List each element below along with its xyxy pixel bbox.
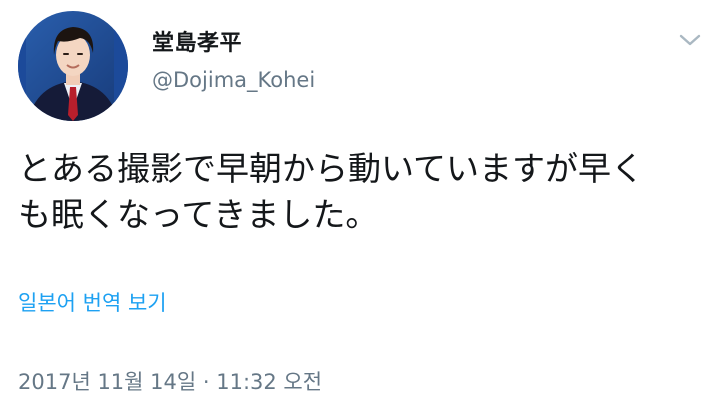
user-handle[interactable]: @Dojima_Kohei [152,66,315,94]
tweet-text: とある撮影で早朝から動いていますが早く も眠くなってきました。 [18,149,645,234]
more-options-button[interactable] [676,26,704,54]
translate-tweet-link[interactable]: 일본어 번역 보기 [18,289,167,317]
avatar-photo-icon [18,11,128,121]
user-display-name[interactable]: 堂島孝平 [152,30,242,58]
tweet-card: 堂島孝平 @Dojima_Kohei とある撮影で早朝から動いていますが早く も… [0,0,720,401]
user-avatar[interactable] [18,11,128,121]
tweet-timestamp[interactable]: 2017년 11월 14일 · 11:32 오전 [18,368,322,396]
chevron-down-icon [679,34,701,46]
